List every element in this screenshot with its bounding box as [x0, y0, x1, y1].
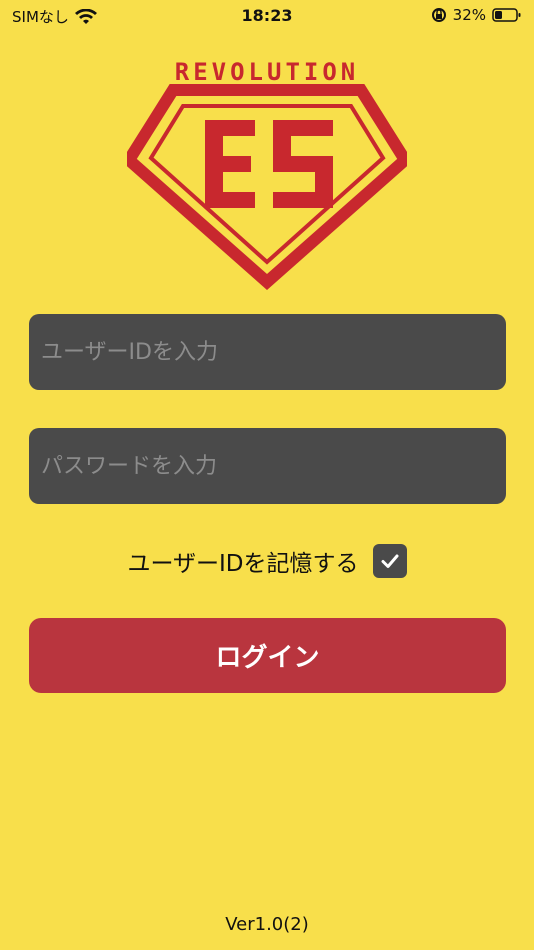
battery-percent: 32% — [452, 6, 486, 24]
remember-user-id-row: ユーザーIDを記憶する — [0, 540, 534, 582]
login-button[interactable]: ログイン — [29, 618, 506, 693]
checkmark-icon — [381, 554, 399, 568]
login-button-label: ログイン — [215, 643, 320, 673]
remember-user-id-label: ユーザーIDを記憶する — [127, 551, 359, 577]
password-input[interactable] — [29, 428, 506, 504]
app-logo: REVOLUTION — [121, 56, 413, 291]
rotation-lock-icon — [431, 8, 446, 22]
battery-icon — [492, 8, 521, 22]
user-id-input[interactable] — [29, 314, 506, 390]
remember-user-id-checkbox[interactable] — [372, 544, 407, 578]
battery-status: 32% — [431, 6, 522, 24]
version-label: Ver1.0(2) — [225, 914, 309, 935]
logo-revolution-text: REVOLUTION — [175, 58, 360, 86]
status-bar: SIMなし 18:23 32% — [0, 0, 534, 34]
